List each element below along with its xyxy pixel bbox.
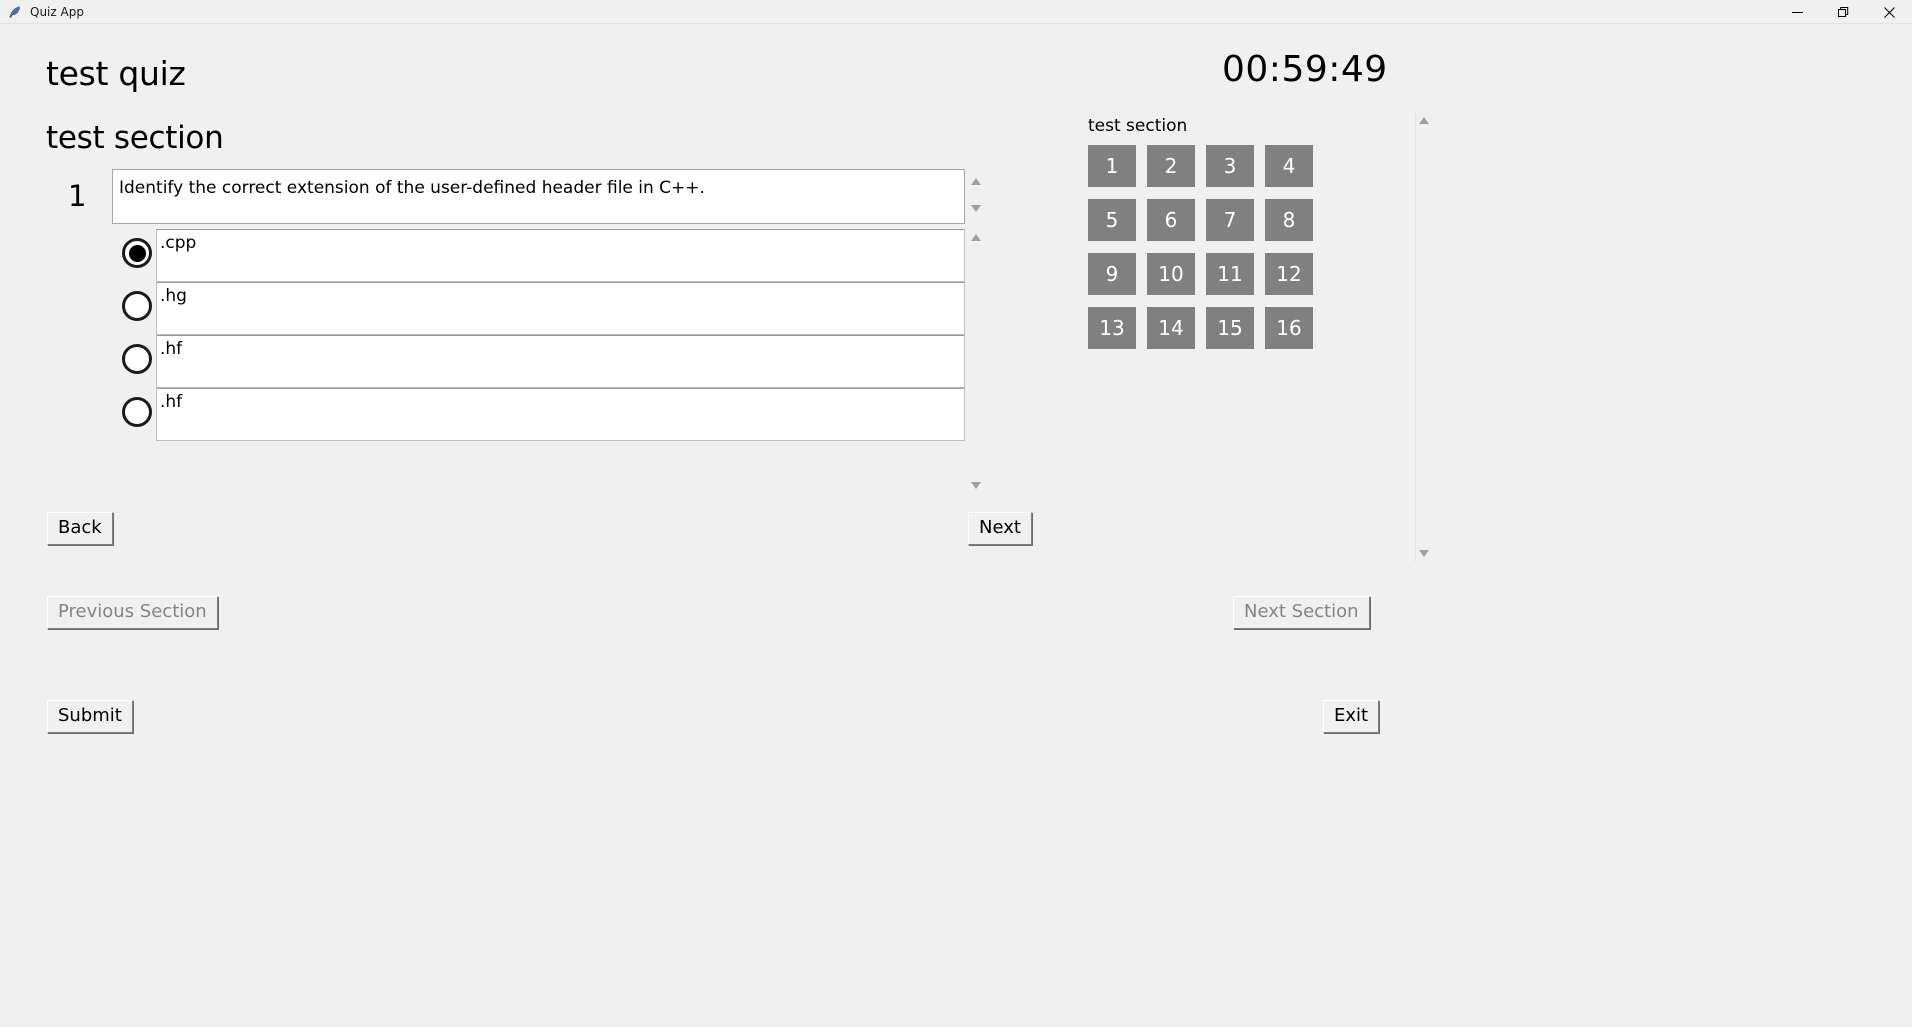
submit-button[interactable]: Submit: [47, 700, 133, 733]
navigator-scrollbar[interactable]: [1415, 112, 1431, 562]
countdown-timer: 00:59:49: [1222, 49, 1388, 90]
navigator-section-label: test section: [1088, 116, 1188, 136]
restore-icon[interactable]: [1820, 0, 1866, 24]
question-nav-button-7[interactable]: 7: [1206, 199, 1254, 241]
scroll-up-arrow-icon[interactable]: [1418, 117, 1429, 124]
question-nav-button-2[interactable]: 2: [1147, 145, 1195, 187]
question-nav-button-8[interactable]: 8: [1265, 199, 1313, 241]
section-title: test section: [46, 120, 224, 156]
question-nav-button-11[interactable]: 11: [1206, 253, 1254, 295]
feather-icon: [4, 1, 26, 23]
question-text-box[interactable]: Identify the correct extension of the us…: [112, 169, 965, 224]
question-nav-button-5[interactable]: 5: [1088, 199, 1136, 241]
radio-button-option-3[interactable]: [118, 340, 156, 378]
scroll-up-arrow-icon[interactable]: [971, 178, 981, 185]
option-label-2: .hg: [160, 286, 187, 306]
option-field-2[interactable]: .hg: [156, 282, 965, 335]
options-panel-scrollbar[interactable]: [968, 229, 984, 494]
window-controls: [1774, 0, 1912, 24]
option-scrollbar-3[interactable]: [964, 346, 965, 388]
option-row[interactable]: .hg: [112, 282, 965, 335]
radio-button-option-2[interactable]: [118, 287, 156, 325]
option-field-4[interactable]: .hf: [156, 388, 965, 441]
quiz-title: test quiz: [46, 54, 186, 93]
question-nav-button-9[interactable]: 9: [1088, 253, 1136, 295]
question-nav-button-13[interactable]: 13: [1088, 307, 1136, 349]
question-number: 1: [68, 179, 87, 213]
option-scrollbar-1[interactable]: [964, 240, 965, 282]
option-row[interactable]: .hf: [112, 388, 965, 441]
exit-button[interactable]: Exit: [1323, 700, 1380, 733]
minimize-icon[interactable]: [1774, 0, 1820, 24]
option-field-3[interactable]: .hf: [156, 335, 965, 388]
option-scrollbar-2[interactable]: [964, 293, 965, 335]
next-section-button[interactable]: Next Section: [1233, 596, 1370, 629]
question-nav-button-4[interactable]: 4: [1265, 145, 1313, 187]
question-nav-button-14[interactable]: 14: [1147, 307, 1195, 349]
radio-button-option-4[interactable]: [118, 393, 156, 431]
answer-options-list: .cpp .hg .hf .hf: [112, 229, 965, 441]
question-nav-button-12[interactable]: 12: [1265, 253, 1313, 295]
scroll-down-arrow-icon[interactable]: [971, 482, 981, 489]
option-field-1[interactable]: .cpp: [156, 229, 965, 282]
question-nav-button-3[interactable]: 3: [1206, 145, 1254, 187]
question-navigator-panel: test section 1 2 3 4 5 6 7 8 9 10 11 12 …: [1088, 116, 1313, 349]
option-label-1: .cpp: [160, 233, 197, 253]
option-row[interactable]: .hf: [112, 335, 965, 388]
scroll-up-arrow-icon[interactable]: [971, 234, 981, 241]
previous-section-button[interactable]: Previous Section: [47, 596, 218, 629]
option-label-3: .hf: [160, 339, 183, 359]
quiz-window: test quiz test section 00:59:49 1 Identi…: [0, 24, 1912, 1027]
scroll-down-arrow-icon[interactable]: [971, 205, 981, 212]
next-button[interactable]: Next: [968, 512, 1032, 545]
close-icon[interactable]: [1866, 0, 1912, 24]
question-nav-button-6[interactable]: 6: [1147, 199, 1195, 241]
question-text: Identify the correct extension of the us…: [119, 178, 705, 198]
window-title: Quiz App: [30, 4, 84, 19]
question-nav-button-10[interactable]: 10: [1147, 253, 1195, 295]
question-nav-button-1[interactable]: 1: [1088, 145, 1136, 187]
question-nav-button-15[interactable]: 15: [1206, 307, 1254, 349]
back-button[interactable]: Back: [47, 512, 113, 545]
option-label-4: .hf: [160, 392, 183, 412]
scroll-down-arrow-icon[interactable]: [1419, 550, 1429, 557]
option-scrollbar-4[interactable]: [964, 399, 965, 441]
question-text-scrollbar[interactable]: [968, 169, 984, 224]
question-nav-button-16[interactable]: 16: [1265, 307, 1313, 349]
question-number-grid: 1 2 3 4 5 6 7 8 9 10 11 12 13 14 15 16: [1088, 145, 1313, 349]
title-bar: Quiz App: [0, 0, 1912, 24]
option-row[interactable]: .cpp: [112, 229, 965, 282]
radio-button-option-1[interactable]: [118, 234, 156, 272]
